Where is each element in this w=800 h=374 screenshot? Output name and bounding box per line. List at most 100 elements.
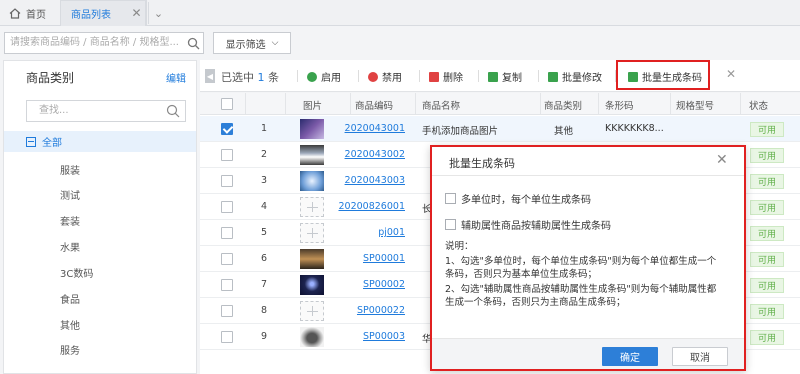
row-checkbox[interactable] <box>221 305 233 317</box>
tab-close-icon[interactable]: ✕ <box>127 0 147 26</box>
header-status[interactable]: 状态 <box>749 98 768 112</box>
row-checkbox[interactable] <box>221 175 233 187</box>
search-icon[interactable] <box>182 32 204 54</box>
row-checkbox[interactable] <box>221 331 233 343</box>
row-checkbox[interactable] <box>221 149 233 161</box>
dialog-title: 批量生成条码 <box>449 157 515 170</box>
column-divider <box>540 93 541 115</box>
header-name[interactable]: 商品名称 <box>422 98 460 112</box>
batch-barcode-dialog: 批量生成条码 ✕ 多单位时，每个单位生成条码 辅助属性商品按辅助属性生成条码 说… <box>430 145 746 371</box>
disable-button[interactable]: 禁用 <box>368 69 402 84</box>
description-title: 说明： <box>445 241 474 252</box>
status-badge: 可用 <box>750 200 784 215</box>
row-number: 3 <box>260 175 268 186</box>
header-code[interactable]: 商品编码 <box>355 98 393 112</box>
category-item[interactable]: 测试 <box>60 187 80 202</box>
dialog-header: 批量生成条码 ✕ <box>432 147 744 176</box>
column-divider <box>285 93 286 115</box>
category-edit-link[interactable]: 编辑 <box>166 70 186 85</box>
select-all-checkbox[interactable] <box>221 98 233 110</box>
tab-more-chevron-icon[interactable]: ⌄ <box>148 2 168 24</box>
option-multi-unit[interactable]: 多单位时，每个单位生成条码 <box>445 191 591 206</box>
cancel-button[interactable]: 取消 <box>672 347 728 366</box>
category-item[interactable]: 服装 <box>60 162 80 177</box>
header-spec[interactable]: 规格型号 <box>676 98 714 112</box>
table-header: 图片 商品编码 商品名称 商品类别 条形码 规格型号 状态 <box>200 93 800 115</box>
category-search-placeholder: 查找... <box>39 105 69 116</box>
row-checkbox[interactable] <box>221 123 233 135</box>
chevron-down-icon: ⌵ <box>271 38 279 48</box>
product-code-link[interactable]: 2020043003 <box>330 175 405 186</box>
product-category: 其他 <box>554 126 574 137</box>
category-item[interactable]: 水果 <box>60 239 80 254</box>
product-code-link[interactable]: SP00002 <box>330 279 405 290</box>
option-aux-attribute-checkbox[interactable] <box>445 219 456 230</box>
copy-button[interactable]: 复制 <box>488 69 522 84</box>
show-filter-button[interactable]: 显示筛选 ⌵ <box>213 32 291 54</box>
header-picture: 图片 <box>303 101 323 112</box>
category-all[interactable]: 全部 <box>4 131 196 152</box>
product-code-link[interactable]: SP00003 <box>330 331 405 342</box>
row-number: 1 <box>260 123 268 134</box>
enable-label: 启用 <box>321 73 341 84</box>
category-item[interactable]: 其他 <box>60 317 80 332</box>
category-item[interactable]: 3C数码 <box>60 265 93 280</box>
close-icon[interactable]: ✕ <box>726 67 736 81</box>
row-number: 5 <box>260 227 268 238</box>
row-checkbox[interactable] <box>221 253 233 265</box>
product-code-link[interactable]: 20200826001 <box>330 201 406 212</box>
trash-icon <box>429 71 439 82</box>
copy-label: 复制 <box>502 73 522 84</box>
collapse-minus-icon[interactable] <box>26 136 36 147</box>
column-divider <box>670 93 671 115</box>
status-badge: 可用 <box>750 174 784 189</box>
description-line: 1、勾选"多单位时，每个单位生成条码"则为每个单位都生成一个 <box>445 256 717 267</box>
product-code-link[interactable]: 2020043001 <box>330 123 405 134</box>
ban-circle-icon <box>368 71 378 82</box>
table-row[interactable]: 1 2020043001 手机添加商品图片 其他 KKKKKKK8... 可用 <box>200 116 800 142</box>
product-code-link[interactable]: SP00001 <box>330 253 405 264</box>
product-name: 手机添加商品图片 <box>422 126 499 137</box>
search-row: 请搜索商品编码 / 商品名称 / 规格型... 显示筛选 ⌵ <box>0 27 800 60</box>
header-barcode[interactable]: 条形码 <box>605 98 634 112</box>
tab-home[interactable]: 首页 <box>0 0 58 26</box>
option-multi-unit-label: 多单位时，每个单位生成条码 <box>461 195 591 206</box>
status-badge: 可用 <box>750 330 784 345</box>
category-all-label: 全部 <box>42 138 62 149</box>
category-search-input[interactable]: 查找... <box>26 100 186 122</box>
confirm-button[interactable]: 确定 <box>602 347 658 366</box>
row-checkbox[interactable] <box>221 279 233 291</box>
column-divider <box>245 93 246 115</box>
category-item[interactable]: 套装 <box>60 213 80 228</box>
category-panel: 商品类别 编辑 查找... 全部 服装 测试 套装 水果 3C数码 食品 其他 … <box>3 60 197 374</box>
close-icon[interactable]: ✕ <box>716 152 728 168</box>
option-aux-attribute[interactable]: 辅助属性商品按辅助属性生成条码 <box>445 217 611 232</box>
collapse-panel-icon[interactable]: ◀ <box>205 69 215 83</box>
search-input[interactable]: 请搜索商品编码 / 商品名称 / 规格型... <box>4 32 204 54</box>
toolbar-divider <box>419 70 420 82</box>
status-badge: 可用 <box>750 226 784 241</box>
column-divider <box>350 93 351 115</box>
dialog-footer: 确定 取消 <box>432 338 744 369</box>
batch-edit-button[interactable]: 批量修改 <box>548 69 602 84</box>
product-code-link[interactable]: 2020043002 <box>330 149 405 160</box>
status-badge: 可用 <box>750 252 784 267</box>
category-item[interactable]: 服务 <box>60 342 80 357</box>
copy-icon <box>488 71 498 82</box>
product-thumbnail <box>300 145 324 165</box>
option-multi-unit-checkbox[interactable] <box>445 193 456 204</box>
delete-label: 删除 <box>443 73 463 84</box>
product-code-link[interactable]: SP000022 <box>330 305 405 316</box>
disable-label: 禁用 <box>382 73 402 84</box>
toolbar-divider <box>478 70 479 82</box>
product-code-link[interactable]: pj001 <box>330 227 405 238</box>
row-checkbox[interactable] <box>221 201 233 213</box>
enable-button[interactable]: 启用 <box>307 69 341 84</box>
delete-button[interactable]: 删除 <box>429 69 463 84</box>
selected-count-text: 已选中 1 条 <box>221 69 279 85</box>
status-badge: 可用 <box>750 122 784 137</box>
header-category[interactable]: 商品类别 <box>544 98 582 112</box>
category-item[interactable]: 食品 <box>60 291 80 306</box>
toolbar: ◀ 已选中 1 条 启用 禁用 删除 复制 批量修改 批量生成条码 ✕ <box>200 60 800 92</box>
row-checkbox[interactable] <box>221 227 233 239</box>
